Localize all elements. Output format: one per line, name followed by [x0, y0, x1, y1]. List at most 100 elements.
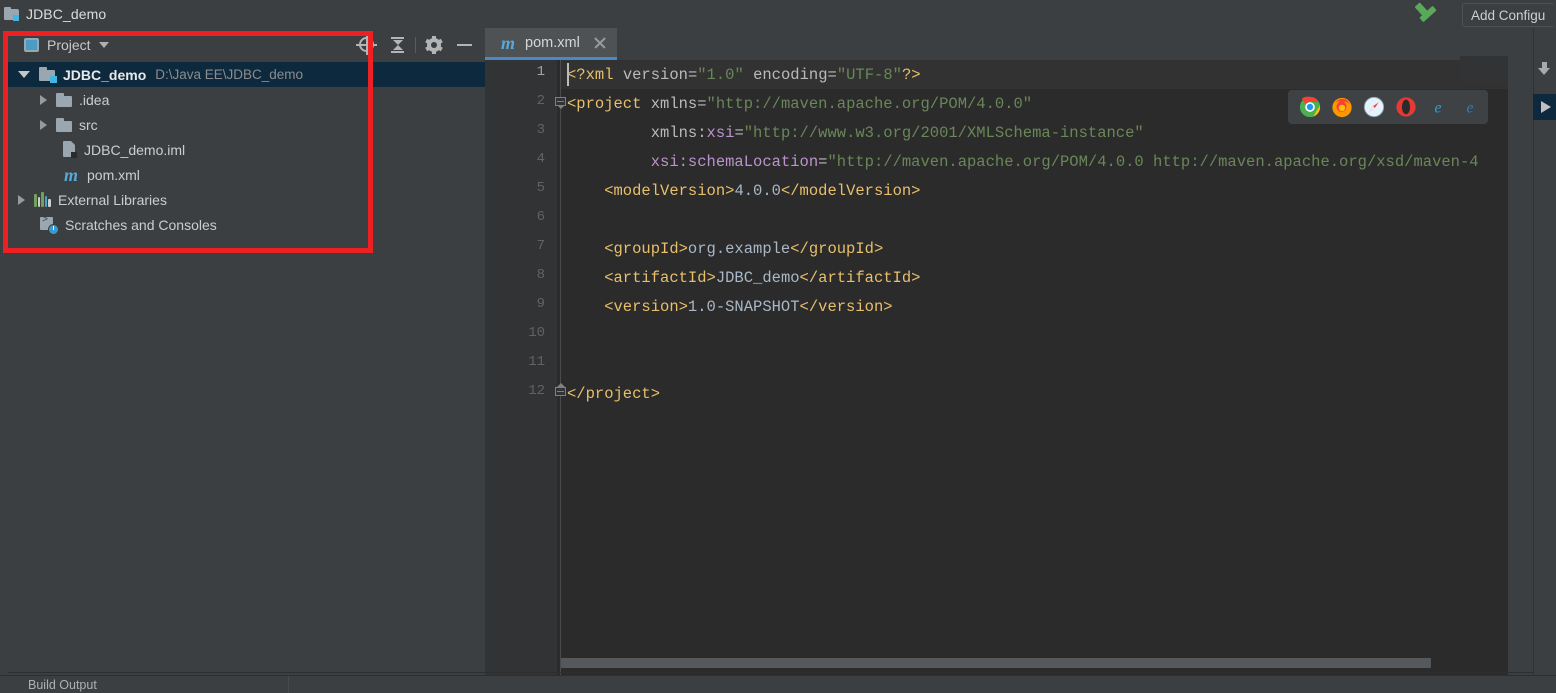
- edge-icon[interactable]: e: [1459, 96, 1481, 118]
- tree-row[interactable]: src: [8, 112, 485, 137]
- line-number[interactable]: 6: [537, 209, 545, 225]
- tree-row[interactable]: Scratches and Consoles: [8, 212, 485, 237]
- line-number[interactable]: 11: [528, 354, 545, 370]
- line-number[interactable]: 7: [537, 238, 545, 254]
- code-token: </project>: [567, 385, 661, 403]
- line-number[interactable]: 8: [537, 267, 545, 283]
- line-number[interactable]: 5: [537, 180, 545, 196]
- run-strip-button[interactable]: [1533, 94, 1556, 120]
- code-token: 1.0-SNAPSHOT: [687, 298, 800, 316]
- line-number[interactable]: 4: [537, 151, 545, 167]
- code-text[interactable]: <?xml version="1.0" encoding="UTF-8"?> <p…: [567, 60, 1556, 660]
- status-bar-divider: [288, 676, 289, 693]
- code-line[interactable]: xsi:schemaLocation="http://maven.apache.…: [567, 148, 1479, 177]
- line-number[interactable]: 2: [537, 93, 545, 109]
- line-number[interactable]: 1: [537, 64, 545, 80]
- line-number[interactable]: 10: [528, 325, 545, 341]
- panel-divider: [8, 672, 1533, 673]
- firefox-icon[interactable]: [1331, 96, 1353, 118]
- right-tool-strip[interactable]: M: [1533, 28, 1556, 676]
- line-number-gutter[interactable]: 1 2 3 4 5 6 7 8 9 10 11 12: [485, 60, 557, 676]
- code-view[interactable]: 1 2 3 4 5 6 7 8 9 10 11 12 <?xml version="1.0" enco…: [485, 60, 1556, 676]
- twisty-collapsed-icon[interactable]: [40, 94, 47, 105]
- safari-icon[interactable]: [1363, 96, 1385, 118]
- code-token: <?xml: [567, 66, 623, 84]
- gear-icon[interactable]: [419, 30, 449, 60]
- code-token: xsi: [650, 153, 679, 171]
- tree-row[interactable]: .idea: [8, 87, 485, 112]
- code-token: <project: [567, 95, 651, 113]
- intellij-idea-window: JDBC_demo Add Configu Project Project: [0, 0, 1556, 693]
- code-token: </modelVersion>: [780, 182, 921, 200]
- project-window-icon: [24, 38, 39, 52]
- chevron-down-icon[interactable]: [98, 42, 109, 48]
- code-token: "http://maven.apache.org/POM/4.0.0": [706, 95, 1033, 113]
- project-panel-title[interactable]: Project: [47, 37, 91, 53]
- tree-row-label: Scratches and Consoles: [65, 216, 217, 233]
- code-token: =: [697, 95, 707, 113]
- add-configuration-button[interactable]: Add Configu: [1462, 3, 1554, 27]
- code-fold-marker[interactable]: [555, 97, 568, 110]
- scrollbar-thumb[interactable]: [561, 658, 1431, 668]
- project-panel-header: Project: [8, 30, 485, 60]
- code-line[interactable]: <groupId>org.example</groupId>: [567, 235, 883, 264]
- tab-pom-xml[interactable]: m pom.xml: [485, 28, 617, 60]
- tree-row-label: pom.xml: [87, 166, 140, 183]
- code-token: =: [734, 124, 744, 142]
- code-token: <modelVersion>: [567, 182, 735, 200]
- twisty-collapsed-icon[interactable]: [40, 119, 47, 130]
- target-icon[interactable]: [352, 30, 382, 60]
- tab-label: pom.xml: [525, 34, 580, 51]
- twisty-collapsed-icon[interactable]: [18, 194, 25, 205]
- tree-row[interactable]: External Libraries: [8, 187, 485, 212]
- line-number[interactable]: 12: [528, 383, 545, 399]
- code-token: 4.0.0: [734, 182, 781, 200]
- code-line[interactable]: </project>: [567, 380, 660, 409]
- project-tree: JDBC_demo D:\Java EE\JDBC_demo .idea src JDB…: [8, 62, 485, 237]
- editor-area: m pom.xml 1 2 3 4 5 6 7 8 9 10 11 12 <?xml version=…: [485, 28, 1556, 676]
- tree-row[interactable]: JDBC_demo.iml: [8, 137, 485, 162]
- code-token: version: [622, 66, 688, 84]
- code-line[interactable]: xmlns:xsi="http://www.w3.org/2001/XMLSch…: [567, 119, 1144, 148]
- code-line[interactable]: <artifactId>JDBC_demo</artifactId>: [567, 264, 920, 293]
- code-token: xsi: [706, 124, 735, 142]
- horizontal-scrollbar[interactable]: [561, 658, 1556, 668]
- add-configuration-label: Add Configu: [1471, 7, 1546, 23]
- code-line[interactable]: <project xmlns="http://maven.apache.org/…: [567, 90, 1032, 119]
- text-caret: [567, 63, 569, 86]
- code-token: xmlns:: [567, 124, 707, 142]
- line-number[interactable]: 3: [537, 122, 545, 138]
- code-token: "http://maven.apache.org/POM/4.0.0 http:…: [827, 153, 1479, 171]
- twisty-expanded-icon[interactable]: [18, 71, 30, 78]
- code-token: :schemaLocation: [678, 153, 819, 171]
- browser-launcher-popup[interactable]: ee: [1288, 90, 1488, 124]
- close-icon[interactable]: [593, 36, 607, 50]
- build-hammer-icon[interactable]: [1414, 2, 1445, 26]
- inspection-widget[interactable]: [1460, 56, 1508, 82]
- code-fold-marker[interactable]: [555, 383, 568, 400]
- code-token: </artifactId>: [799, 269, 921, 287]
- line-number[interactable]: 9: [537, 296, 545, 312]
- code-line[interactable]: <version>1.0-SNAPSHOT</version>: [567, 293, 892, 322]
- tree-row-path: D:\Java EE\JDBC_demo: [155, 67, 304, 82]
- code-token: </groupId>: [790, 240, 884, 258]
- code-line[interactable]: <?xml version="1.0" encoding="UTF-8"?>: [567, 61, 921, 90]
- internet-explorer-icon[interactable]: e: [1427, 96, 1449, 118]
- status-bar-text[interactable]: Build Output: [28, 678, 97, 692]
- download-icon[interactable]: [1537, 62, 1552, 78]
- code-token: xmlns: [650, 95, 698, 113]
- tree-row-label: .idea: [79, 91, 110, 108]
- chrome-icon[interactable]: [1299, 96, 1321, 118]
- minimize-icon[interactable]: [449, 30, 479, 60]
- title-bar: JDBC_demo: [0, 0, 1556, 28]
- collapse-all-icon[interactable]: [382, 30, 412, 60]
- code-token: <artifactId>: [567, 269, 716, 287]
- tree-row[interactable]: JDBC_demo D:\Java EE\JDBC_demo: [8, 62, 485, 87]
- code-line[interactable]: <modelVersion>4.0.0</modelVersion>: [567, 177, 920, 206]
- folder-icon: [56, 92, 72, 107]
- code-token: JDBC_demo: [715, 269, 800, 287]
- code-token: ?>: [901, 66, 921, 84]
- opera-icon[interactable]: [1395, 96, 1417, 118]
- tree-row[interactable]: m pom.xml: [8, 162, 485, 187]
